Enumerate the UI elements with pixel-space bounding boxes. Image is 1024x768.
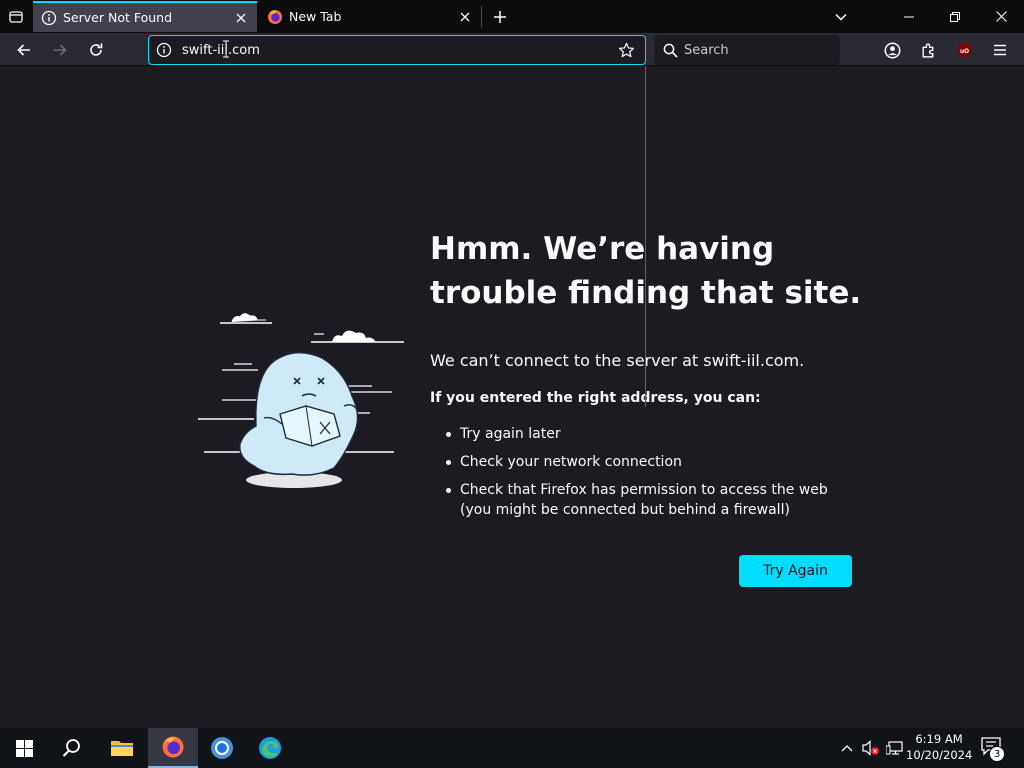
minimize-icon[interactable] [886, 0, 932, 33]
tab-title: Server Not Found [63, 10, 173, 25]
tab-new-tab[interactable]: New Tab [259, 1, 481, 32]
account-icon[interactable] [879, 37, 905, 63]
navigation-toolbar: swift-iil.com Search uO [0, 33, 1024, 66]
volume-muted-icon[interactable] [860, 728, 882, 768]
taskbar-clock[interactable]: 6:19 AM 10/20/2024 [906, 731, 972, 763]
dropdown-outline-artifact [645, 66, 646, 407]
list-item: Check that Firefox has permission to acc… [442, 480, 862, 520]
back-arrow-icon[interactable] [11, 37, 37, 63]
restore-icon[interactable] [932, 0, 978, 33]
tab-separator [481, 6, 482, 28]
new-tab-plus-icon[interactable] [488, 5, 512, 29]
list-item: Try again later [442, 424, 862, 444]
bookmark-star-icon[interactable] [615, 39, 637, 61]
list-item: Check your network connection [442, 452, 862, 472]
notification-count-badge: 3 [989, 746, 1005, 762]
reload-icon[interactable] [83, 37, 109, 63]
site-info-icon[interactable] [155, 41, 173, 59]
tab-strip: Server Not Found New Tab [0, 0, 1024, 33]
svg-text:uO: uO [959, 49, 968, 55]
firefox-view-icon[interactable] [4, 5, 28, 29]
forward-arrow-icon[interactable] [47, 37, 73, 63]
chrome-taskbar-icon[interactable] [198, 728, 246, 768]
try-again-button[interactable]: Try Again [739, 555, 852, 587]
clock-time: 6:19 AM [915, 732, 963, 746]
extensions-puzzle-icon[interactable] [915, 37, 941, 63]
tab-title: New Tab [289, 9, 342, 24]
file-explorer-icon[interactable] [98, 728, 146, 768]
tab-server-not-found[interactable]: Server Not Found [33, 1, 257, 32]
close-tab-icon[interactable] [231, 8, 251, 28]
error-subtitle: If you entered the right address, you ca… [430, 390, 761, 406]
firefox-taskbar-icon[interactable] [148, 728, 198, 768]
tray-chevron-up-icon[interactable] [838, 728, 856, 768]
error-description: We can’t connect to the server at swift-… [430, 351, 805, 370]
search-placeholder: Search [684, 42, 729, 58]
error-illustration [198, 313, 404, 488]
close-tab-icon[interactable] [455, 7, 475, 27]
firefox-icon [267, 9, 283, 25]
error-title: Hmm. We’re having trouble finding that s… [430, 231, 862, 311]
close-window-icon[interactable] [978, 0, 1024, 33]
taskbar-search-icon[interactable] [48, 728, 96, 768]
suggestion-list: Try again later Check your network conne… [442, 424, 862, 528]
network-icon[interactable] [884, 728, 906, 768]
url-text[interactable]: swift-iil.com [182, 43, 615, 58]
search-icon [661, 41, 679, 59]
hamburger-menu-icon[interactable] [987, 37, 1013, 63]
text-cursor-icon [223, 40, 229, 58]
clock-date: 10/20/2024 [906, 748, 973, 762]
ublock-origin-icon[interactable]: uO [951, 37, 977, 63]
chevron-down-icon[interactable] [828, 5, 854, 29]
windows-start-icon[interactable] [0, 728, 48, 768]
info-icon [41, 10, 57, 26]
search-bar[interactable]: Search [654, 35, 840, 65]
edge-taskbar-icon[interactable] [246, 728, 294, 768]
windows-taskbar: 6:19 AM 10/20/2024 3 [0, 728, 1024, 768]
